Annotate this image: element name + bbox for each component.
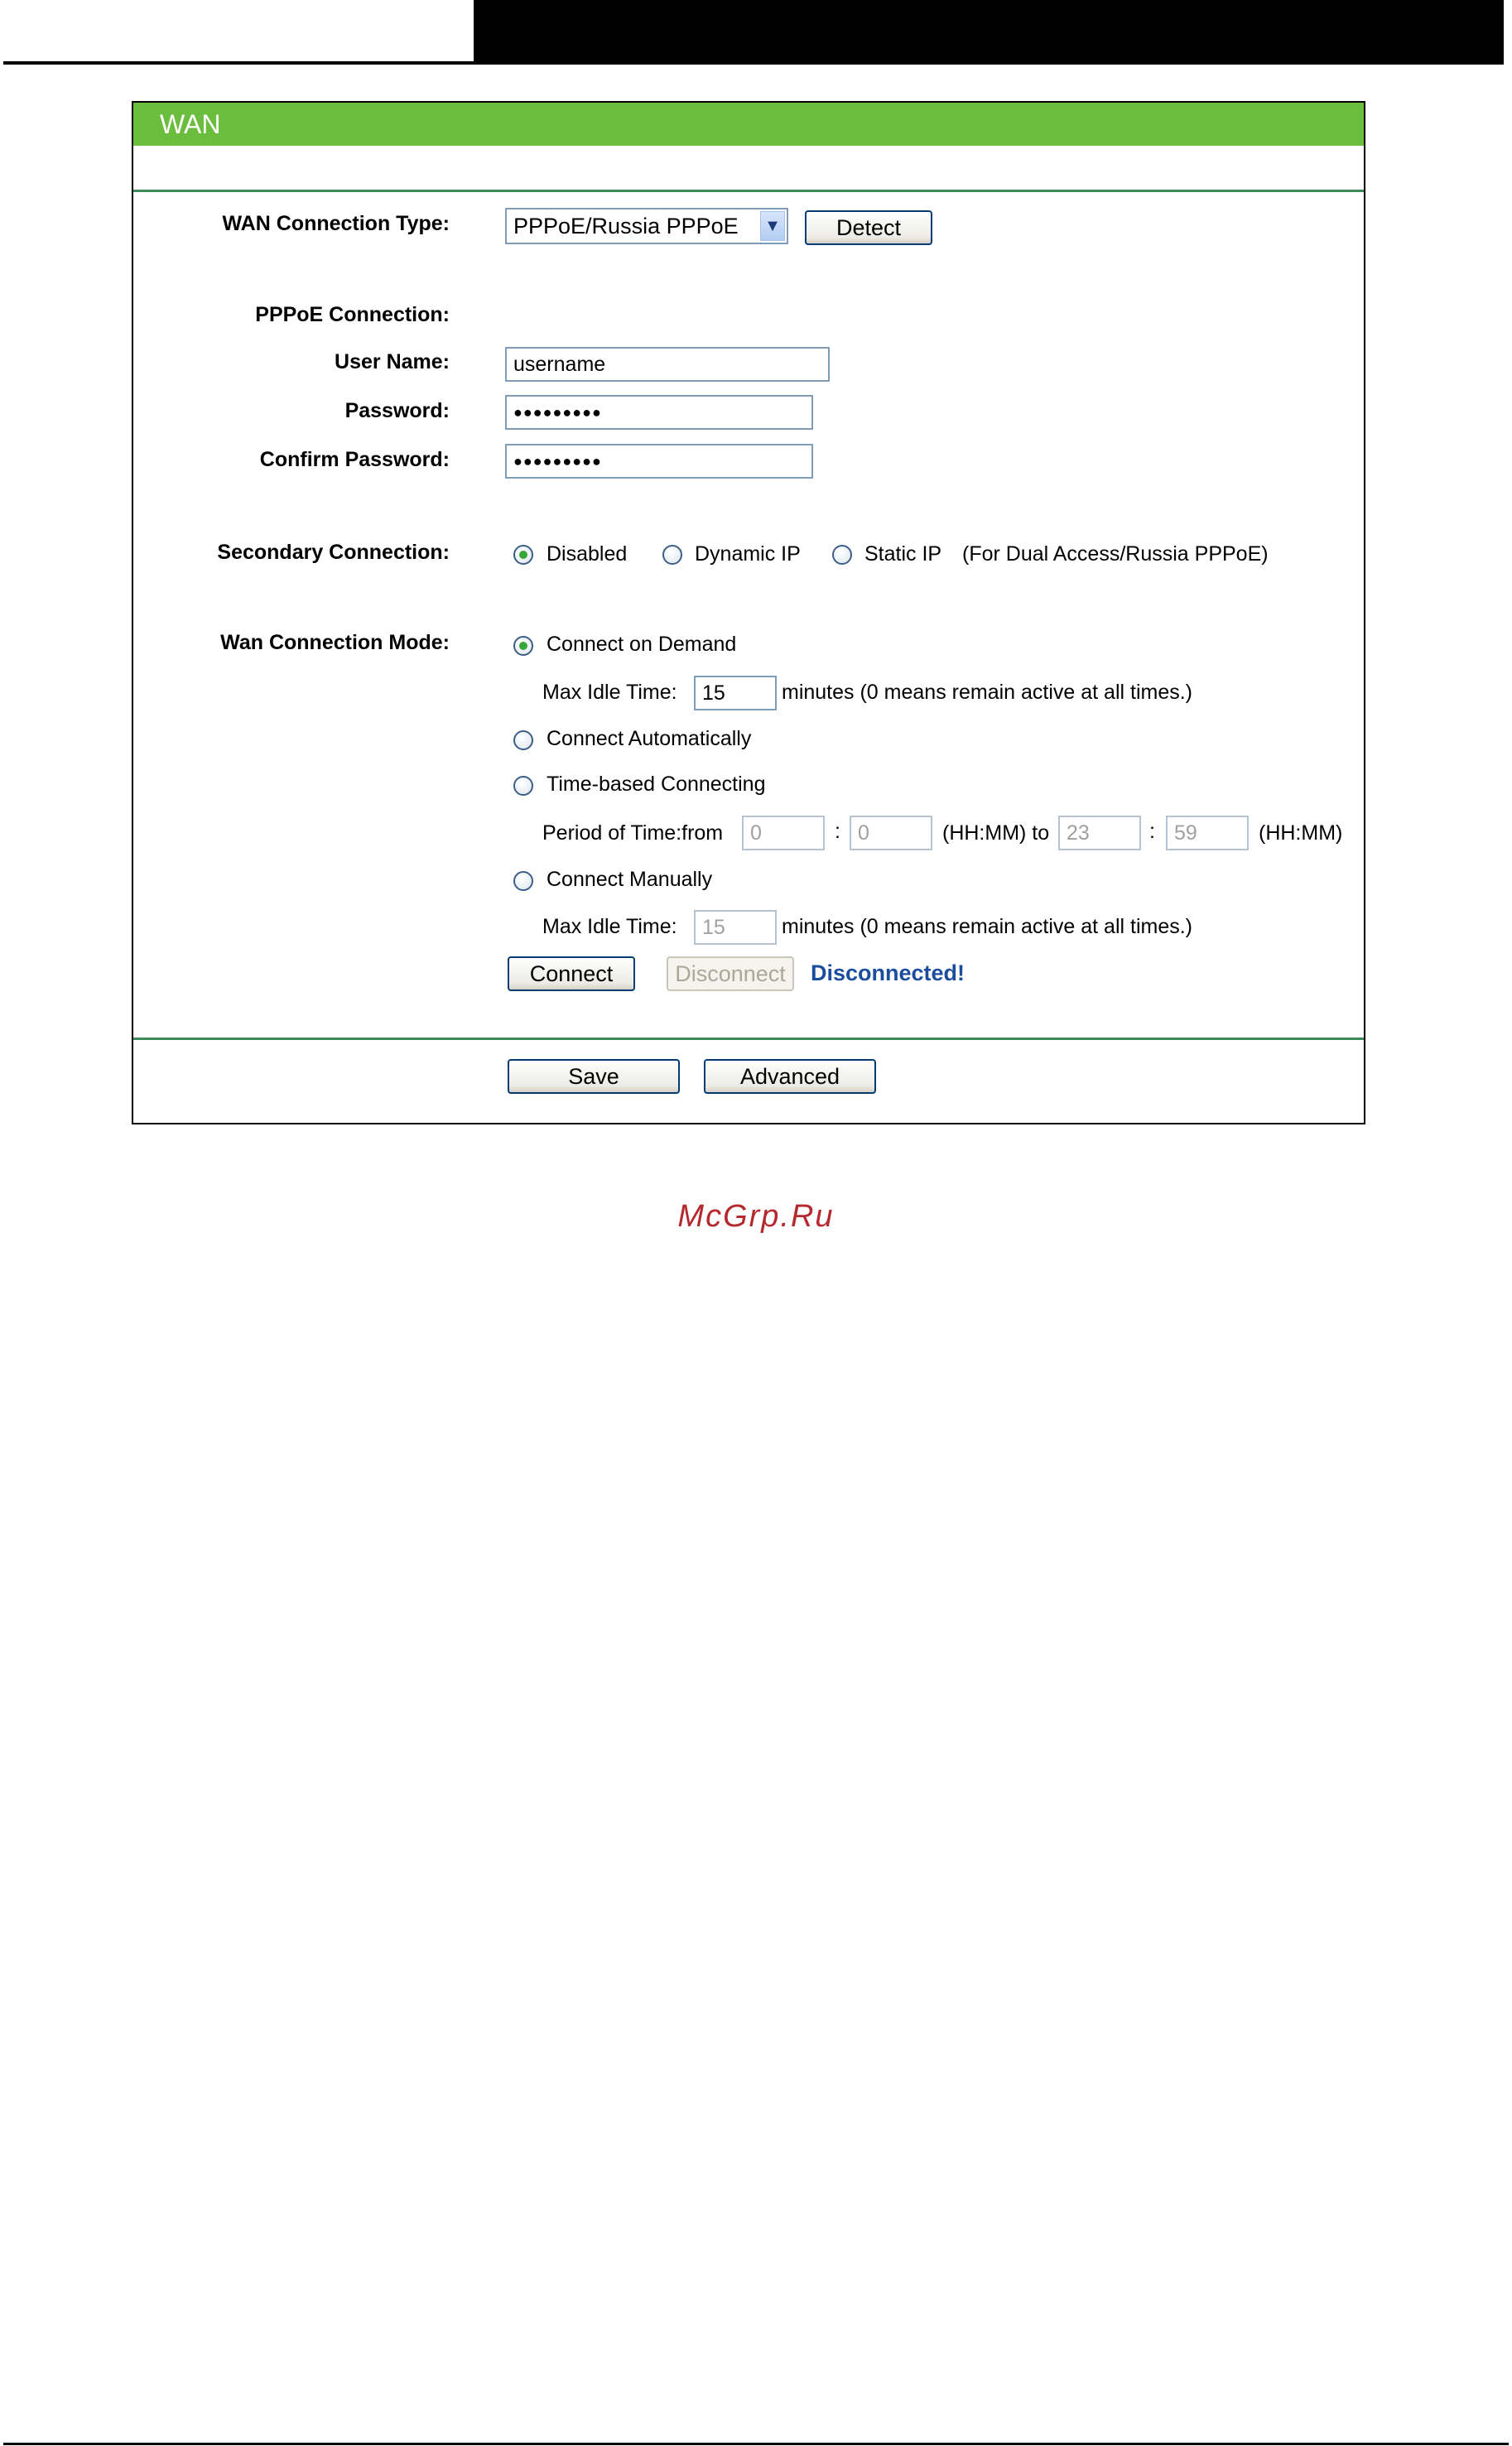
secondary-static-ip-radio[interactable] [832,545,852,565]
mode-auto-radio[interactable] [513,730,533,750]
from-minute-input[interactable]: 0 [850,816,932,850]
connect-button[interactable]: Connect [508,956,635,991]
max-idle-label: Max Idle Time: [542,681,677,704]
panel-bottom-divider [133,1038,1364,1040]
password-label: Password: [344,399,450,422]
header-edge [1500,0,1504,65]
secondary-disabled-label: Disabled [547,542,628,566]
confirm-password-input[interactable]: ●●●●●●●●● [505,444,813,479]
secondary-static-ip-label: Static IP [864,542,942,566]
mode-time-based-label: Time-based Connecting [547,773,766,796]
connection-type-select[interactable]: PPPoE/Russia PPPoE ▼ [505,208,788,244]
connection-type-value: PPPoE/Russia PPPoE [513,214,739,238]
password-input[interactable]: ●●●●●●●●● [505,395,813,430]
chevron-down-icon[interactable]: ▼ [760,211,785,241]
to-colon: : [1149,820,1155,843]
pppoe-section-label: PPPoE Connection: [255,303,450,326]
header-rule [3,61,1504,65]
from-hour-input[interactable]: 0 [742,816,825,850]
header-bar [474,0,1500,61]
mode-manual-label: Connect Manually [547,868,713,891]
max-idle-input[interactable]: 15 [694,676,777,710]
from-colon: : [835,820,840,843]
panel-title-bar [133,103,1364,146]
mode-time-based-radio[interactable] [513,776,533,796]
footer-rule [3,2443,1509,2445]
panel-top-divider [133,190,1364,192]
save-button[interactable]: Save [508,1059,680,1094]
username-label: User Name: [335,350,450,373]
secondary-note: (For Dual Access/Russia PPPoE) [962,542,1269,566]
secondary-connection-label: Secondary Connection: [217,541,450,564]
manual-idle-label: Max Idle Time: [542,915,677,938]
to-label: (HH:MM) to [942,821,1050,845]
connection-mode-label: Wan Connection Mode: [220,631,450,654]
confirm-password-label: Confirm Password: [259,448,450,471]
secondary-dynamic-ip-radio[interactable] [662,545,682,565]
connection-type-label: WAN Connection Type: [222,212,450,235]
secondary-disabled-radio[interactable] [513,545,533,565]
watermark-text: McGrp.Ru [677,1199,835,1234]
mode-auto-label: Connect Automatically [547,727,752,750]
secondary-dynamic-ip-label: Dynamic IP [695,542,801,566]
hhmm-label: (HH:MM) [1259,821,1343,845]
to-hour-input[interactable]: 23 [1058,816,1141,850]
detect-button[interactable]: Detect [805,210,932,245]
manual-idle-input[interactable]: 15 [694,910,777,945]
max-idle-note: minutes (0 means remain active at all ti… [782,681,1193,704]
manual-idle-note: minutes (0 means remain active at all ti… [782,915,1193,938]
period-label: Period of Time:from [542,821,724,845]
username-input[interactable]: username [505,347,830,382]
advanced-button[interactable]: Advanced [704,1059,876,1094]
to-minute-input[interactable]: 59 [1166,816,1249,850]
disconnect-button[interactable]: Disconnect [667,956,794,991]
panel-title: WAN [160,109,221,139]
mode-on-demand-radio[interactable] [513,636,533,656]
mode-on-demand-label: Connect on Demand [547,633,737,656]
connection-status: Disconnected! [811,961,965,985]
mode-manual-radio[interactable] [513,871,533,891]
